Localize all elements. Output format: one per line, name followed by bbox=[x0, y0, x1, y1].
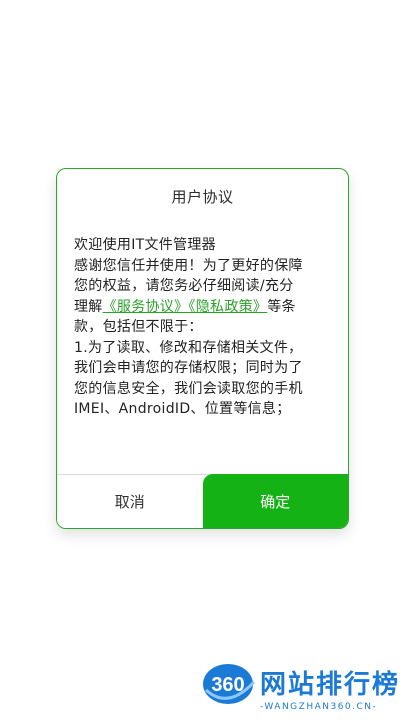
body-line-4-suffix: 等条 bbox=[267, 298, 296, 315]
cancel-button[interactable]: 取消 bbox=[57, 475, 203, 528]
watermark-360-logo-icon: 360 bbox=[203, 664, 256, 704]
dialog-title: 用户协议 bbox=[171, 188, 234, 206]
body-line-4: 理解《服务协议》《隐私政策》等条 bbox=[74, 297, 338, 318]
body-line-9: IMEI、AndroidID、位置等信息； bbox=[74, 401, 291, 417]
privacy-policy-link[interactable]: 《隐私政策》 bbox=[188, 299, 267, 315]
watermark: 360 网站排行榜 -WANGZHAN360.CN- bbox=[200, 660, 405, 720]
watermark-logo-text: 360 bbox=[211, 674, 244, 696]
dialog-footer: 取消 确定 bbox=[57, 474, 348, 528]
confirm-button[interactable]: 确定 bbox=[202, 474, 348, 528]
watermark-domain: -WANGZHAN360.CN- bbox=[260, 702, 378, 712]
dialog-body: 欢迎使用IT文件管理器 感谢您信任并使用！为了更好的保障 您的权益，请您务必仔细… bbox=[74, 235, 338, 420]
watermark-name: 网站排行榜 bbox=[260, 670, 401, 700]
body-line-3: 您的权益，请您务必仔细阅读/充分 bbox=[74, 278, 294, 294]
user-agreement-dialog: 用户协议 欢迎使用IT文件管理器 感谢您信任并使用！为了更好的保障 您的权益，请… bbox=[56, 168, 349, 529]
body-line-4-prefix: 理解 bbox=[74, 298, 103, 315]
service-agreement-link[interactable]: 《服务协议》 bbox=[103, 299, 189, 315]
body-line-7: 我们会申请您的存储权限；同时为了 bbox=[74, 360, 303, 376]
body-line-1: 欢迎使用IT文件管理器 bbox=[74, 237, 216, 253]
body-line-6: 1.为了读取、修改和存储相关文件， bbox=[74, 339, 303, 356]
body-line-2: 感谢您信任并使用！为了更好的保障 bbox=[74, 257, 303, 274]
body-line-5: 款，包括但不限于： bbox=[74, 319, 203, 335]
body-line-8: 您的信息安全，我们会读取您的手机 bbox=[74, 380, 303, 397]
screen: 用户协议 欢迎使用IT文件管理器 感谢您信任并使用！为了更好的保障 您的权益，请… bbox=[0, 0, 405, 720]
